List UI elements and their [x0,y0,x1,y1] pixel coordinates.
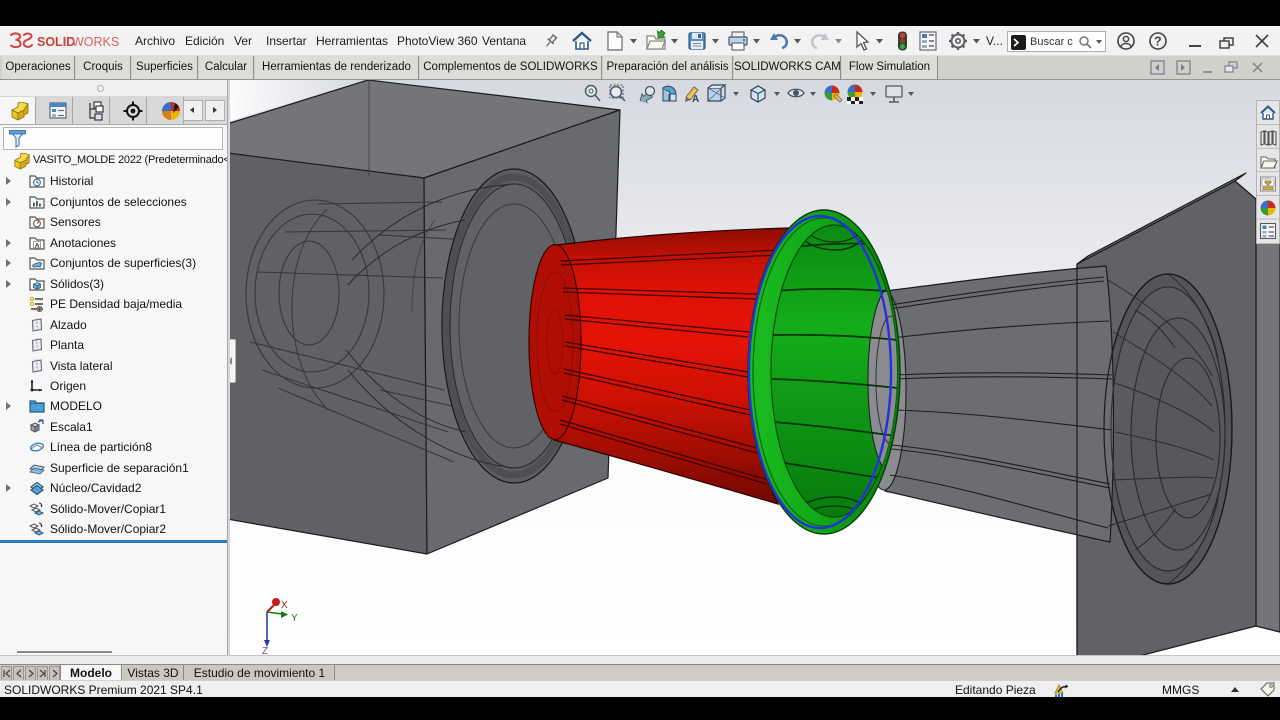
svg-text:X: X [281,600,288,611]
svg-text:SOLID: SOLID [37,35,75,49]
svg-text:?: ? [1154,35,1162,49]
svg-text:V...: V... [986,34,1003,48]
svg-text:Y: Y [291,613,298,624]
svg-text:A: A [35,242,40,249]
svg-text:A: A [692,94,699,105]
svg-text:Z: Z [262,646,268,655]
svg-text:WORKS: WORKS [72,35,119,49]
